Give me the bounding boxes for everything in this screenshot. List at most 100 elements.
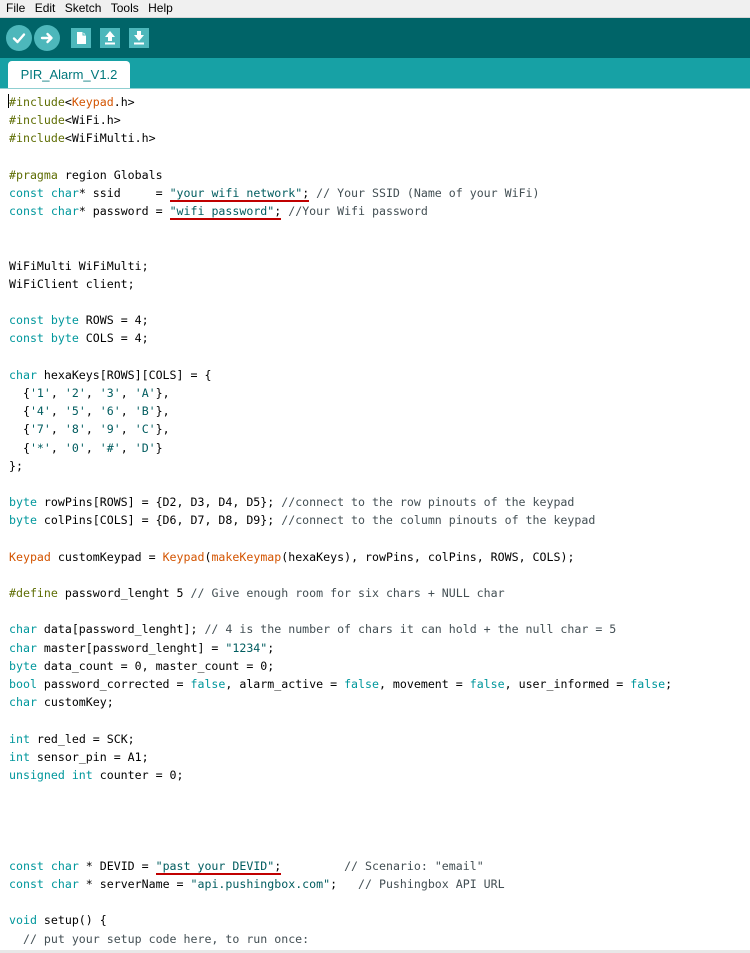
code-token: const: [9, 877, 44, 892]
code-token: '4': [29, 404, 51, 419]
code-token: byte: [43, 331, 79, 346]
code-area[interactable]: #include<Keypad.h> #include<WiFi.h> #inclu…: [8, 93, 673, 948]
code-line: #include<WiFi.h>: [9, 111, 672, 129]
code-token: ,: [85, 386, 100, 400]
code-token: {: [9, 440, 30, 455]
menu-file[interactable]: File: [0, 0, 25, 15]
code-token: "api.pushingbox.com": [190, 877, 331, 892]
code-token: '2': [64, 386, 86, 400]
code-line: char master[password_lenght] = "1234";: [9, 639, 672, 657]
code-token: // 4 is the number of chars it can hold …: [204, 622, 617, 637]
code-token: const: [9, 331, 44, 346]
code-editor[interactable]: #include<Keypad.h> #include<WiFi.h> #inclu…: [0, 88, 750, 951]
code-token: 'C': [134, 422, 156, 437]
code-token: false: [344, 677, 379, 691]
code-token: "wifi password": [169, 204, 275, 221]
code-line: {'*', '0', '#', 'D'}: [9, 439, 672, 457]
open-icon: [100, 28, 120, 48]
code-token: int: [9, 749, 30, 764]
code-token: password_corrected =: [36, 677, 191, 691]
code-token: #include: [9, 113, 65, 128]
verify-button[interactable]: [6, 25, 32, 51]
code-token: <: [64, 95, 72, 109]
code-token: #define: [9, 586, 58, 601]
code-token: // Scenario: "email": [344, 858, 484, 873]
menu-help[interactable]: Help: [142, 0, 173, 15]
code-token: ,: [120, 404, 135, 419]
code-token: Keypad: [162, 549, 205, 564]
code-token: 'A': [134, 386, 156, 400]
save-button[interactable]: [126, 25, 152, 51]
code-token: '6': [99, 404, 121, 419]
menu-bar: File Edit Sketch Tools Help: [0, 0, 750, 18]
code-token: char: [43, 204, 79, 219]
code-token: ,: [50, 440, 65, 455]
code-line: // put your setup code here, to run once…: [9, 930, 672, 948]
code-token: {: [9, 404, 30, 419]
code-token: counter = 0;: [92, 767, 184, 782]
open-button[interactable]: [97, 25, 123, 51]
code-token: byte: [9, 658, 37, 673]
code-token: #pragma: [9, 167, 58, 182]
tab-bar: PIR_Alarm_V1.2: [0, 58, 750, 88]
new-icon: [71, 28, 91, 48]
new-button[interactable]: [68, 25, 94, 51]
code-token: <WiFiMulti.h>: [64, 131, 156, 146]
code-token: ,: [85, 422, 100, 437]
code-token: <WiFi.h>: [64, 113, 121, 128]
code-token: Keypad: [9, 549, 51, 564]
code-token: ,: [120, 386, 135, 400]
code-token: '8': [64, 422, 86, 437]
code-token: ;: [665, 677, 673, 691]
save-icon: [129, 28, 149, 48]
code-token: data_count = 0, master_count = 0;: [36, 658, 275, 673]
upload-button[interactable]: [34, 25, 60, 51]
code-token: colPins[COLS] = {D6, D7, D8, D9};: [36, 513, 282, 528]
code-token: ;: [330, 877, 359, 892]
code-token: false: [190, 677, 226, 691]
code-token: '5': [64, 404, 86, 419]
code-token: 'B': [134, 404, 156, 419]
code-line: const char* password = "wifi password"; …: [9, 202, 672, 221]
code-token: ,: [120, 422, 135, 437]
code-token: ;: [267, 640, 275, 655]
code-token: data[password_lenght];: [36, 622, 205, 637]
code-line: WiFiMulti WiFiMulti;: [9, 257, 672, 275]
code-line: const char* ssid = "your wifi network"; …: [9, 184, 672, 202]
code-token: '3': [99, 386, 121, 400]
code-token: char: [9, 640, 37, 655]
tab-sketch[interactable]: PIR_Alarm_V1.2: [8, 61, 130, 88]
code-token: const: [9, 858, 44, 873]
code-token: false: [630, 677, 666, 691]
code-token: ,: [50, 422, 65, 437]
code-line: #include<WiFiMulti.h>: [9, 129, 672, 147]
menu-tools[interactable]: Tools: [105, 0, 139, 15]
code-line: {'1', '2', '3', 'A'},: [9, 384, 672, 402]
code-line: char data[password_lenght]; // 4 is the …: [9, 620, 672, 638]
code-token: char: [9, 695, 37, 710]
menu-sketch[interactable]: Sketch: [59, 0, 102, 15]
upload-icon: [40, 32, 53, 44]
code-token: #include: [9, 131, 65, 146]
code-token: * ssid =: [78, 185, 170, 200]
code-token: ,: [50, 404, 65, 419]
tab-label: PIR_Alarm_V1.2: [20, 67, 118, 82]
menu-edit[interactable]: Edit: [29, 0, 56, 15]
code-line: int sensor_pin = A1;: [9, 748, 672, 766]
code-token: bool: [9, 677, 37, 691]
code-line: Keypad customKeypad = Keypad(makeKeymap(…: [9, 548, 672, 566]
code-token: false: [469, 677, 505, 691]
code-line: const char * DEVID = "past your DEVID"; …: [9, 857, 672, 875]
code-line: unsigned int counter = 0;: [9, 766, 672, 784]
code-token: //Your Wifi password: [281, 204, 428, 219]
code-token: , alarm_active =: [225, 677, 345, 691]
code-token: //connect to the row pinouts of the keyp…: [281, 495, 575, 510]
code-token: const: [9, 204, 44, 219]
code-token: },: [155, 422, 170, 437]
